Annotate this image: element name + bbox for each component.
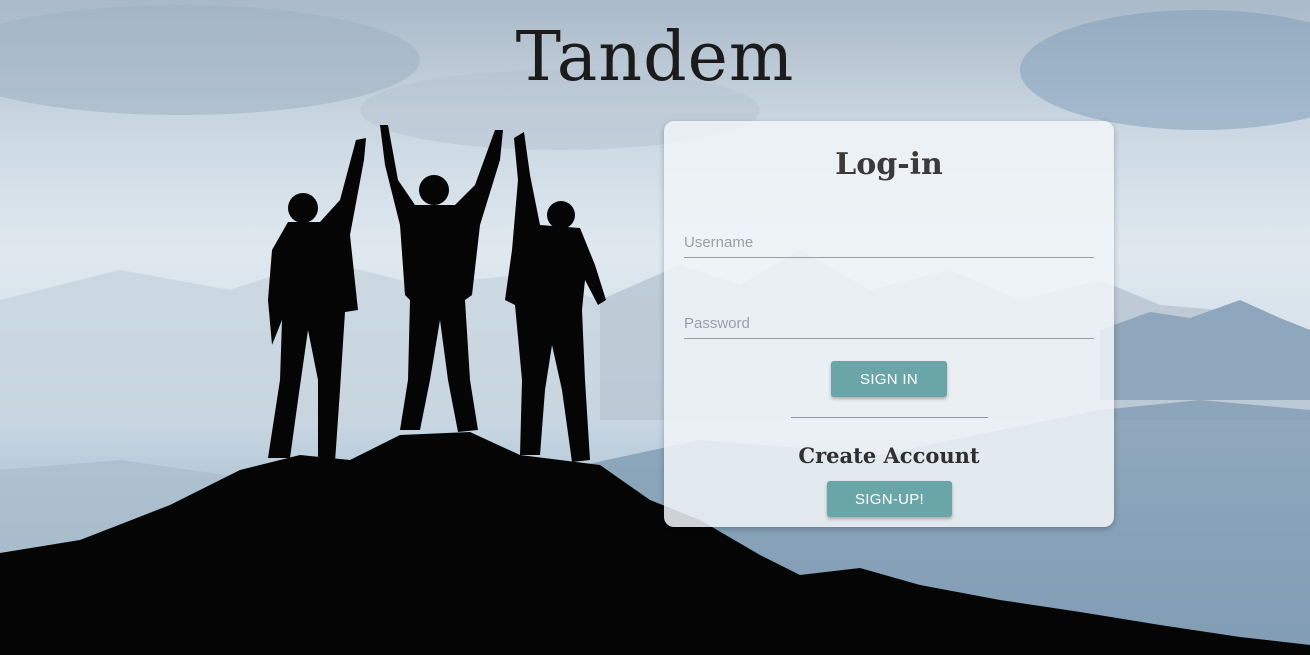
app-title: Tandem bbox=[515, 18, 795, 97]
login-title: Log-in bbox=[835, 147, 943, 182]
sign-up-button[interactable]: SIGN-UP! bbox=[827, 481, 952, 517]
login-card: Log-in SIGN IN Create Account SIGN-UP! bbox=[664, 121, 1114, 527]
divider bbox=[791, 417, 988, 418]
username-input[interactable] bbox=[684, 227, 1094, 258]
password-input[interactable] bbox=[684, 308, 1094, 339]
sign-in-button[interactable]: SIGN IN bbox=[831, 361, 947, 397]
create-account-label: Create Account bbox=[798, 443, 980, 468]
